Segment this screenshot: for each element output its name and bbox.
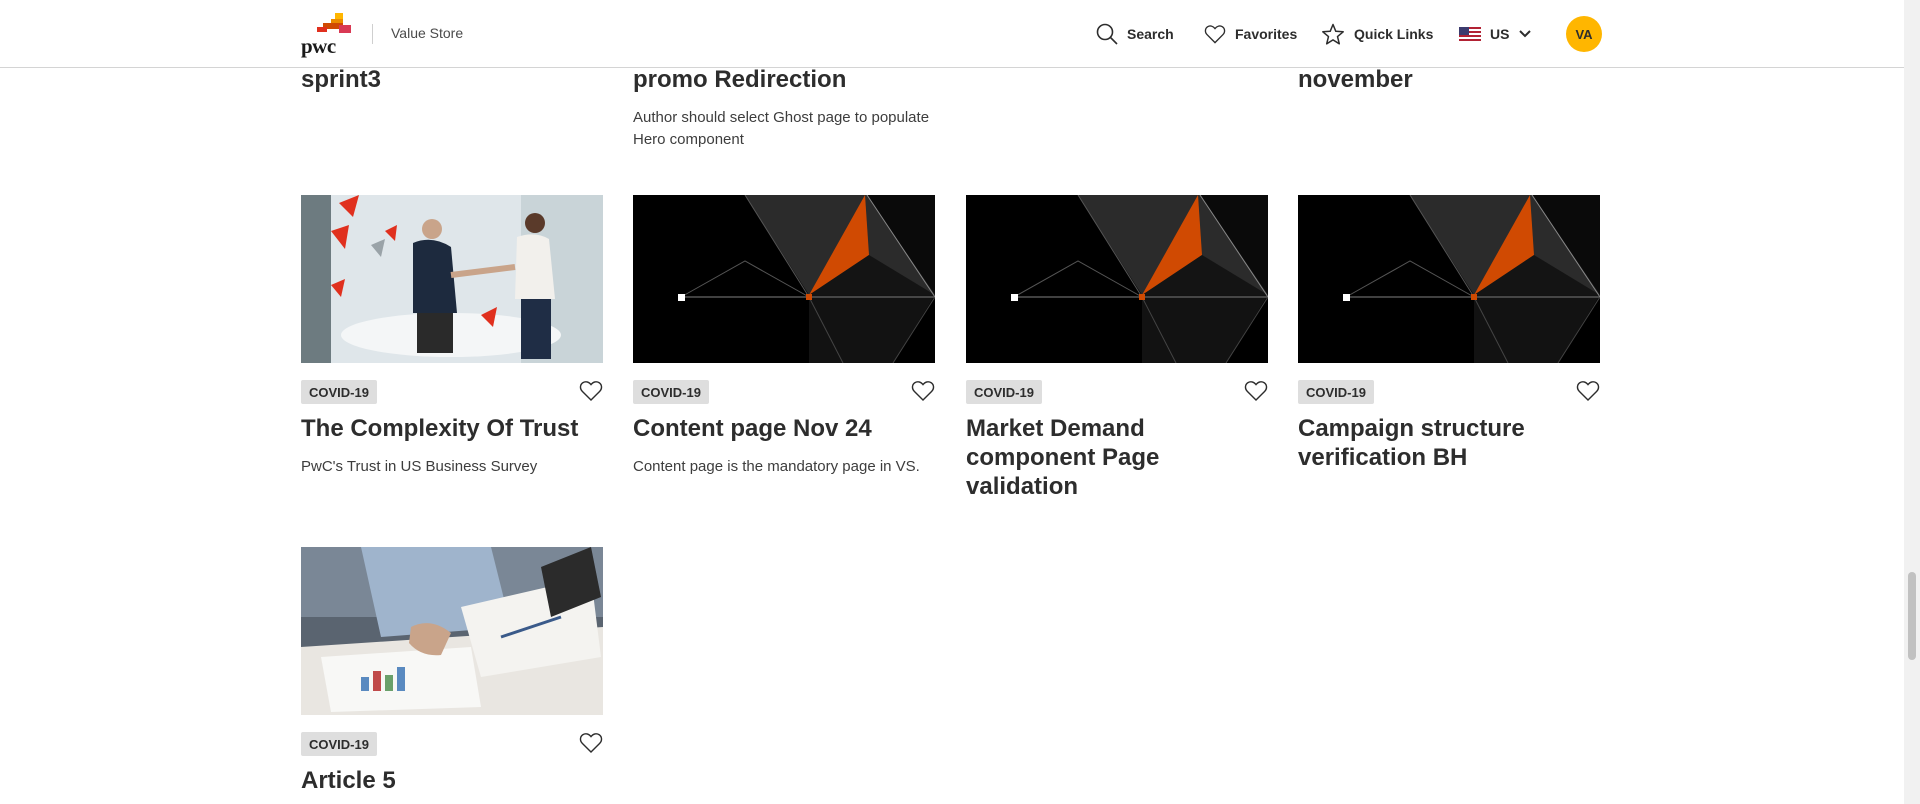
card-description: PwC's Trust in US Business Survey [301,458,538,475]
chevron-down-icon [1519,30,1532,38]
card-title[interactable]: Article 5 [301,766,603,795]
content-card[interactable]: COVID-19 Campaign structure verification… [1298,195,1600,471]
scrollbar-thumb[interactable] [1908,572,1916,660]
card-title[interactable]: sprint3 [301,66,381,94]
category-tag[interactable]: COVID-19 [1298,380,1374,404]
card-title[interactable]: Campaign structure verification BH [1298,414,1600,472]
top-header: pwc Value Store Search Favorites Quick L… [0,0,1904,68]
app-name[interactable]: Value Store [391,25,463,41]
card-title[interactable]: Market Demand component Page validation [966,414,1268,501]
documents-photo [301,547,603,715]
search-label: Search [1127,26,1174,42]
pwc-logo-mark [317,13,351,33]
logo-divider [372,24,373,44]
content-card[interactable]: COVID-19 Content page Nov 24 Content pag… [633,195,935,475]
geometric-placeholder-image [633,195,935,363]
card-image-handshake[interactable] [301,195,603,363]
pwc-logo[interactable]: pwc [301,13,355,58]
card-image-geometric[interactable] [966,195,1268,363]
content-card[interactable]: COVID-19 The Complexity Of Trust PwC's T… [301,195,603,475]
us-flag-icon [1459,27,1481,41]
card-title[interactable]: The Complexity Of Trust [301,414,603,443]
card-image-geometric[interactable] [1298,195,1600,363]
favorites-button[interactable]: Favorites [1204,22,1297,46]
favorite-heart-icon[interactable] [1576,379,1600,403]
category-tag[interactable]: COVID-19 [301,380,377,404]
vertical-scrollbar[interactable] [1904,0,1920,804]
favorite-heart-icon[interactable] [579,379,603,403]
category-tag[interactable]: COVID-19 [301,732,377,756]
country-selector[interactable]: US [1459,22,1532,46]
category-tag[interactable]: COVID-19 [966,380,1042,404]
geometric-placeholder-image [966,195,1268,363]
content-card[interactable]: COVID-19 Market Demand component Page va… [966,195,1268,500]
logo-wordmark: pwc [301,34,336,58]
card-title[interactable]: promo Redirection [633,66,846,94]
search-icon [1096,23,1118,45]
quick-links-button[interactable]: Quick Links [1321,22,1433,46]
card-image-geometric[interactable] [633,195,935,363]
category-tag[interactable]: COVID-19 [633,380,709,404]
geometric-placeholder-image [1298,195,1600,363]
card-title[interactable]: november [1298,66,1413,94]
card-description: Content page is the mandatory page in VS… [633,458,920,475]
user-avatar[interactable]: VA [1566,16,1602,52]
favorite-heart-icon[interactable] [911,379,935,403]
favorites-label: Favorites [1235,26,1298,42]
card-title[interactable]: Content page Nov 24 [633,414,935,443]
heart-icon [1204,25,1226,44]
card-description: Author should select Ghost page to popul… [633,109,930,148]
favorite-heart-icon[interactable] [579,731,603,755]
quick-links-label: Quick Links [1354,26,1434,42]
star-icon [1322,23,1344,45]
favorite-heart-icon[interactable] [1244,379,1268,403]
country-label: US [1490,26,1510,42]
search-button[interactable]: Search [1096,22,1174,46]
handshake-photo [301,195,603,363]
card-image-documents[interactable] [301,547,603,715]
content-card[interactable]: COVID-19 Article 5 [301,547,603,794]
